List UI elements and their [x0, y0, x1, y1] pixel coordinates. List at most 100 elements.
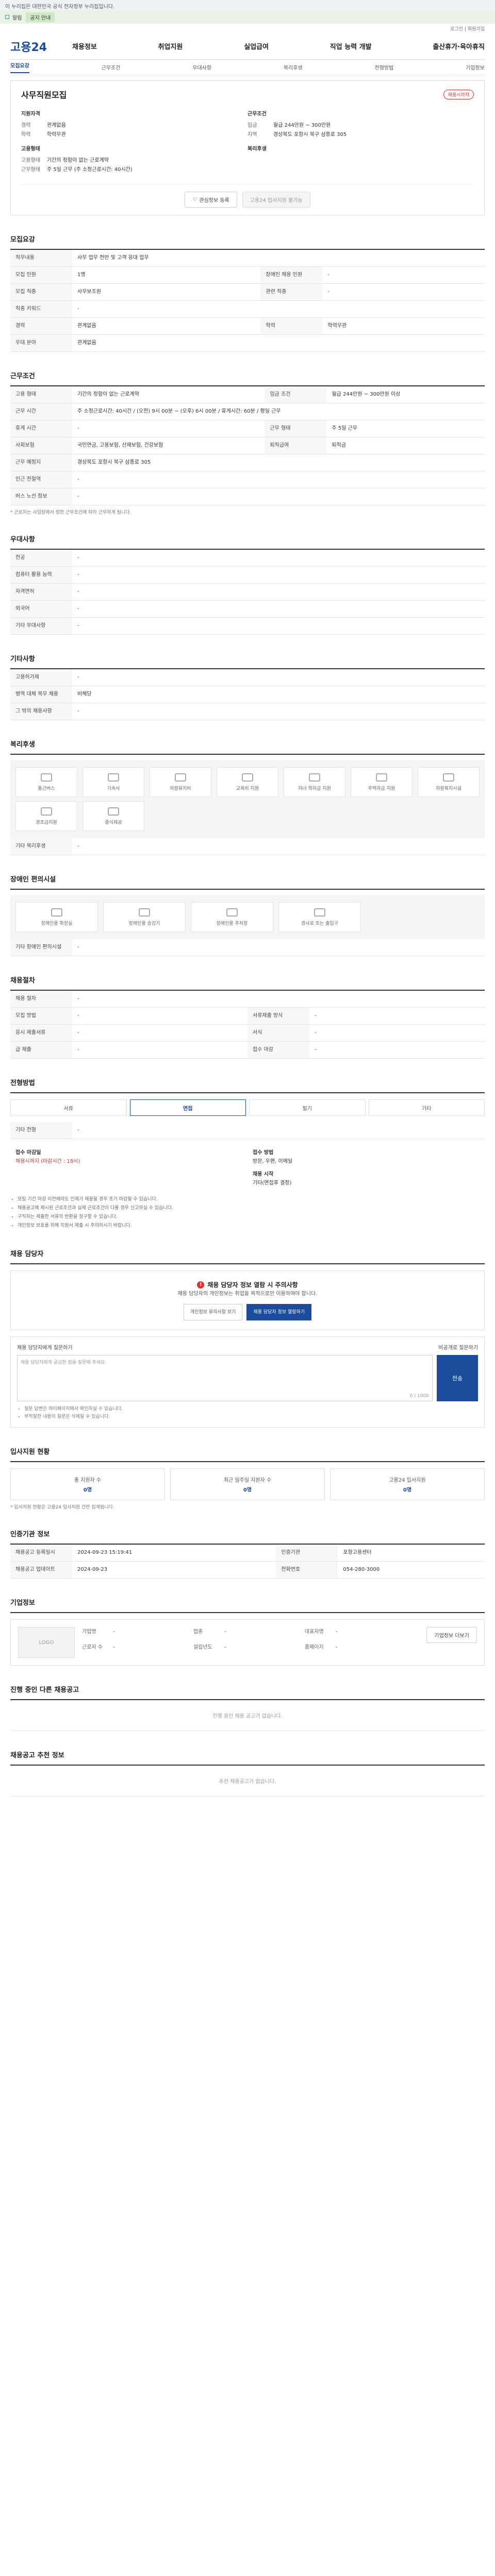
- cell-key: 모집 방법: [10, 1007, 72, 1025]
- apply-method: 방문, 우편, 이메일: [253, 1159, 293, 1164]
- table-row: 채용공고 업데이트 2024-09-23 전화번호 054-280-3000: [10, 1561, 485, 1579]
- cell-key: 모집 직종: [10, 283, 72, 301]
- stats-grid: 총 지원자 수 0명 최근 일주일 지원자 수 0명 고용24 입사지원 0명: [10, 1468, 485, 1500]
- method-section: 전형방법 서류 면접 필기 기타 기타 전형 - 접수 마감일 채용시까지 (마감시간…: [10, 1077, 485, 1230]
- cell-value: -: [72, 471, 485, 488]
- subtab[interactable]: 전형방법: [375, 63, 394, 71]
- company-info-key: 업종: [193, 1629, 203, 1635]
- subtab[interactable]: 복리후생: [284, 63, 303, 71]
- summary-value: 관계없음: [47, 123, 66, 128]
- facility-item: 장애인용 주차장: [191, 902, 273, 932]
- cell-value: 비해당: [72, 686, 485, 703]
- company-info-key: 홈페이지: [304, 1645, 324, 1650]
- summary-key: 지역: [248, 132, 257, 138]
- summary-row: 임금 월급 244만원 ~ 300만원: [248, 121, 474, 130]
- cell-value: 경상북도 포항시 북구 삼흥로 305: [72, 454, 485, 471]
- org-section: 인증기관 정보 채용공고 등록일시 2024-09-23 15:19:41 인증기관…: [10, 1529, 485, 1579]
- company-info-key: 기업명: [82, 1629, 96, 1635]
- method-tab[interactable]: 서류: [10, 1099, 127, 1116]
- gnb-menu-item[interactable]: 채용정보: [72, 41, 97, 51]
- table-row: 우대 분야 관계없음: [10, 334, 485, 352]
- cell-key: 버스 노선 정보: [10, 488, 72, 505]
- view-contact-button[interactable]: 채용 담당자 정보 열람하기: [246, 1304, 312, 1320]
- facility-icon: [175, 773, 186, 782]
- apply-start: 기타(면접후 결정): [253, 1180, 292, 1186]
- method-tab[interactable]: 면접: [129, 1099, 246, 1116]
- privacy-notice-button[interactable]: 개인정보 유의사항 보기: [183, 1304, 243, 1320]
- gnb-menu-item[interactable]: 실업급여: [244, 41, 269, 51]
- cell-key: 퇴직급여: [265, 437, 327, 454]
- cell-value: -: [72, 1041, 248, 1059]
- subtab[interactable]: 근무조건: [102, 63, 121, 71]
- facility-icon: [51, 908, 62, 917]
- cell-key: 직무내용: [10, 250, 72, 267]
- cell-key: 모집 인원: [10, 266, 72, 284]
- cell-value: 월급 244만원 ~ 300만원 이상: [326, 386, 485, 403]
- top-util-links[interactable]: 로그인 | 회원가입: [0, 24, 495, 33]
- stat-value: 0명: [243, 1487, 252, 1493]
- company-info-item: 근로자 수 -: [82, 1642, 193, 1658]
- facility-item: 중식제공: [82, 801, 144, 831]
- private-question-toggle[interactable]: 비공개로 질문하기: [438, 1343, 478, 1351]
- note-item: 부적절한 내용의 질문은 삭제될 수 있습니다.: [24, 1413, 478, 1421]
- table-row: 채용 절차 -: [10, 991, 485, 1008]
- gnb-menu-item[interactable]: 취업지원: [158, 41, 183, 51]
- inquiry-textarea[interactable]: 채용 담당자에게 궁금한 점을 질문해 주세요. 0 / 1000: [17, 1355, 433, 1401]
- apply-heading: 접수 방법: [253, 1150, 274, 1156]
- cell-key: 서류제출 방식: [248, 1007, 309, 1025]
- section-title: 진행 중인 다른 채용공고: [10, 1684, 485, 1700]
- alert-highlight[interactable]: 공지 안내: [26, 12, 55, 22]
- cell-value: 국민연금, 고용보험, 산재보험, 건강보험: [72, 437, 265, 454]
- process-section: 채용절차 채용 절차 - 모집 방법 - 서류제출 방식 - 응시 제출서류 - 서식 - 급 제출…: [10, 975, 485, 1059]
- method-tab[interactable]: 필기: [249, 1099, 366, 1116]
- alert-label: 알림: [12, 15, 22, 21]
- facility-icon: [139, 908, 150, 917]
- cell-value: -: [72, 1122, 485, 1139]
- facility-item: 기숙사: [82, 767, 144, 797]
- cell-key: 경력: [10, 317, 72, 335]
- table-row: 급 제출 - 접수 마감 -: [10, 1041, 485, 1059]
- apply-button[interactable]: 고용24 입사지원 불가능: [242, 192, 310, 208]
- cell-key: 전화번호: [276, 1561, 338, 1579]
- subtab[interactable]: 모집요강: [10, 61, 29, 73]
- company-more-button[interactable]: 기업정보 더보기: [426, 1627, 477, 1643]
- cell-value: -: [72, 550, 485, 567]
- gnb-menu-item[interactable]: 출산휴가·육아휴직: [433, 41, 485, 51]
- cell-value: -: [72, 1007, 248, 1025]
- site-logo[interactable]: 고용24: [10, 38, 72, 55]
- method-tab[interactable]: 기타: [368, 1099, 485, 1116]
- cell-value: -: [72, 838, 485, 855]
- contact-warning-desc: 채용 담당자의 개인정보는 취업을 목적으로만 이용하여야 합니다.: [177, 1291, 318, 1297]
- table-row: 고용 형태 기간의 정함이 없는 근로계약 임금 조건 월급 244만원 ~ 300만…: [10, 386, 485, 403]
- cell-value: -: [72, 566, 485, 584]
- company-info-key: 설립년도: [193, 1645, 212, 1650]
- cell-key: 기타 장애인 편의시설: [10, 939, 72, 956]
- cell-key: 기타 복리후생: [10, 838, 72, 855]
- contact-warning-title: 채용 담당자 정보 열람 시 주의사항: [207, 1281, 298, 1289]
- facility-icon: [226, 908, 238, 917]
- empty-message: 진행 중인 채용 공고가 없습니다.: [10, 1700, 485, 1731]
- send-button[interactable]: 전송: [437, 1355, 478, 1401]
- warning-icon: !: [197, 1281, 205, 1289]
- cell-value: -: [72, 939, 485, 956]
- section-title: 모집요강: [10, 234, 485, 250]
- cell-value: -: [72, 703, 485, 720]
- company-info-item: 홈페이지 -: [305, 1642, 416, 1658]
- favorite-button[interactable]: ♡ 관심정보 등록: [185, 192, 237, 208]
- work-section: 근무조건 고용 형태 기간의 정함이 없는 근로계약 임금 조건 월급 244만원 ~…: [10, 370, 485, 515]
- gnb-menu-item[interactable]: 직업 능력 개발: [330, 41, 372, 51]
- facility-icon: [41, 807, 52, 816]
- cell-key: 고용허가제: [10, 669, 72, 686]
- note-item: 질문 답변은 마이페이지에서 확인하실 수 있습니다.: [24, 1405, 478, 1413]
- cell-value: 학력무관: [322, 317, 485, 335]
- cell-key: 휴게 시간: [10, 420, 72, 437]
- cell-value: -: [72, 300, 485, 318]
- subtab[interactable]: 우대사항: [192, 63, 211, 71]
- subtab[interactable]: 기업정보: [466, 63, 485, 71]
- cell-value: -: [72, 1024, 248, 1042]
- disabled-section: 장애인 편의시설 장애인용 화장실 장애인용 승강기 장애인용 주차장 경사로 또는 …: [10, 874, 485, 956]
- cell-key: 서식: [248, 1024, 309, 1042]
- table-row: 채용공고 등록일시 2024-09-23 15:19:41 인증기관 포항고용센터: [10, 1545, 485, 1562]
- cell-value: -: [72, 488, 485, 505]
- cell-value: 기간의 정함이 없는 근로계약: [72, 386, 265, 403]
